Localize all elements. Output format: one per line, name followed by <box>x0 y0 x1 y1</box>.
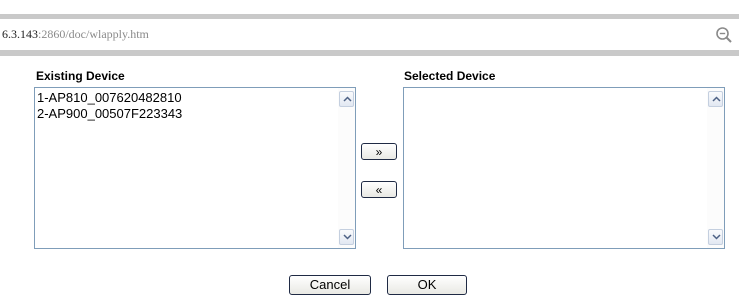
magnifier-minus-icon[interactable] <box>715 26 733 44</box>
chevron-down-icon <box>712 234 721 240</box>
remove-selected-button[interactable]: « <box>361 181 397 198</box>
scroll-down-button[interactable] <box>708 229 723 245</box>
address-bar[interactable]: 6.3.143:2860/doc/wlapply.htm <box>0 19 739 50</box>
remove-selected-label: « <box>375 182 383 197</box>
cancel-label: Cancel <box>309 277 351 292</box>
chevron-down-icon <box>343 234 352 240</box>
add-selected-button[interactable]: » <box>361 143 397 160</box>
existing-device-items: 1-AP810_007620482810 2-AP900_00507F22334… <box>37 90 337 122</box>
selected-device-scrollbar[interactable] <box>707 88 724 248</box>
chrome-band-bottom <box>0 50 739 56</box>
address-url[interactable]: 6.3.143:2860/doc/wlapply.htm <box>2 27 149 42</box>
existing-device-listbox[interactable]: 1-AP810_007620482810 2-AP900_00507F22334… <box>34 87 356 249</box>
ok-label: OK <box>417 277 437 292</box>
selected-device-listbox[interactable] <box>403 87 725 249</box>
url-host: 6.3.143 <box>2 27 38 41</box>
cancel-button[interactable]: Cancel <box>289 275 371 295</box>
scroll-up-button[interactable] <box>339 91 354 107</box>
selected-device-label: Selected Device <box>404 69 496 83</box>
chevron-up-icon <box>343 96 352 102</box>
browser-chrome: 6.3.143:2860/doc/wlapply.htm <box>0 0 739 56</box>
existing-device-scrollbar[interactable] <box>338 88 355 248</box>
list-item[interactable]: 1-AP810_007620482810 <box>37 90 337 106</box>
ok-button[interactable]: OK <box>387 275 467 295</box>
url-path: :2860/doc/wlapply.htm <box>38 27 149 41</box>
list-item[interactable]: 2-AP900_00507F223343 <box>37 106 337 122</box>
existing-device-label: Existing Device <box>36 69 125 83</box>
add-selected-label: » <box>375 144 383 159</box>
scroll-up-button[interactable] <box>708 91 723 107</box>
chevron-up-icon <box>712 96 721 102</box>
scroll-down-button[interactable] <box>339 229 354 245</box>
